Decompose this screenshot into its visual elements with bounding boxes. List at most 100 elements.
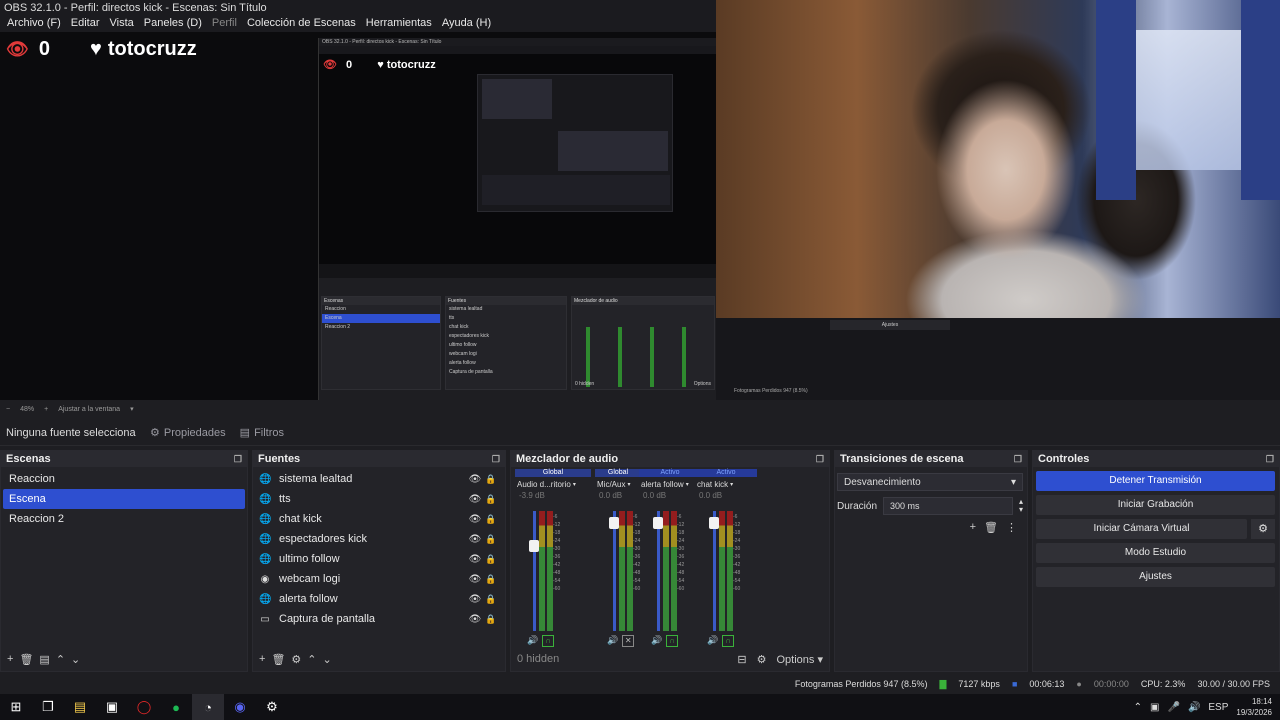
undock-icon[interactable]: ❐ (816, 454, 824, 465)
arrow-down-icon[interactable]: ⌄ (71, 653, 80, 666)
zoom-in-icon[interactable]: + (44, 406, 48, 413)
lock-icon[interactable]: 🔒 (483, 554, 499, 565)
gear-icon[interactable]: ⚙ (1251, 519, 1275, 539)
source-item[interactable]: 🌐 sistema lealtad 👁 🔒 (253, 469, 505, 489)
speaker-icon[interactable]: 🔊 (607, 635, 618, 647)
hidden-count[interactable]: 0 hidden (517, 653, 559, 665)
visibility-icon[interactable]: 👁 (467, 494, 483, 505)
trash-icon[interactable]: 🗑 (984, 521, 998, 534)
channel-name-dropdown[interactable]: chat kick ▾ (695, 477, 757, 491)
more-icon[interactable]: ⋮ (1006, 521, 1017, 534)
visibility-icon[interactable]: 👁 (467, 534, 483, 545)
store-icon[interactable]: ▣ (96, 694, 128, 720)
lock-icon[interactable]: 🔒 (483, 614, 499, 625)
visibility-icon[interactable]: 👁 (467, 554, 483, 565)
gear-icon[interactable]: ⚙ (291, 653, 301, 666)
file-explorer-icon[interactable]: ▤ (64, 694, 96, 720)
volume-fader[interactable] (713, 511, 716, 631)
task-view-icon[interactable]: ❐ (32, 694, 64, 720)
zoom-out-icon[interactable]: − (6, 406, 10, 413)
visibility-icon[interactable]: 👁 (467, 474, 483, 485)
lock-icon[interactable]: 🔒 (483, 594, 499, 605)
menu-perfil[interactable]: Perfil (207, 16, 242, 32)
visibility-icon[interactable]: 👁 (467, 614, 483, 625)
spotify-icon[interactable]: ● (160, 694, 192, 720)
speaker-icon[interactable]: 🔊 (527, 635, 538, 647)
source-item[interactable]: 🌐 ultimo follow 👁 🔒 (253, 549, 505, 569)
speaker-icon[interactable]: 🔊 (707, 635, 718, 647)
menu-archivo[interactable]: Archivo (F) (2, 16, 66, 32)
speaker-icon[interactable]: 🔊 (651, 635, 662, 647)
settings-icon[interactable]: ⚙ (256, 694, 288, 720)
undock-icon[interactable]: ❐ (1014, 454, 1022, 465)
volume-fader[interactable] (613, 511, 616, 631)
channel-name-dropdown[interactable]: Audio d...ritorio ▾ (515, 477, 591, 491)
scene-item-reaccion-2[interactable]: Reaccion 2 (3, 509, 245, 529)
studio-mode-button[interactable]: Modo Estudio (1036, 543, 1275, 563)
volume-fader[interactable] (657, 511, 660, 631)
lock-icon[interactable]: 🔒 (483, 574, 499, 585)
visibility-icon[interactable]: 👁 (467, 594, 483, 605)
filters-button[interactable]: ▤ Filtros (240, 426, 284, 440)
channel-name-dropdown[interactable]: alerta follow ▾ (639, 477, 701, 491)
menu-editar[interactable]: Editar (66, 16, 105, 32)
fader-handle[interactable] (653, 516, 663, 529)
source-item[interactable]: ▭ Captura de pantalla 👁 🔒 (253, 609, 505, 629)
visibility-icon[interactable]: 👁 (467, 514, 483, 525)
menu-paneles[interactable]: Paneles (D) (139, 16, 207, 32)
clock[interactable]: 18:14 19/3/2026 (1236, 696, 1272, 718)
stop-stream-button[interactable]: Detener Transmisión (1036, 471, 1275, 491)
network-icon[interactable]: ▣ (1150, 702, 1159, 713)
source-item[interactable]: 🌐 espectadores kick 👁 🔒 (253, 529, 505, 549)
menu-vista[interactable]: Vista (105, 16, 139, 32)
menu-herramientas[interactable]: Herramientas (361, 16, 437, 32)
channel-name-dropdown[interactable]: Mic/Aux ▾ (595, 477, 641, 491)
undock-icon[interactable]: ❐ (492, 454, 500, 465)
add-icon[interactable]: + (7, 653, 13, 665)
headphone-icon[interactable]: ∩ (666, 635, 679, 647)
stepper-icon[interactable]: ▴ ▾ (1019, 498, 1023, 514)
filter-icon[interactable]: ▤ (39, 653, 49, 666)
source-item[interactable]: 🌐 chat kick 👁 🔒 (253, 509, 505, 529)
add-icon[interactable]: + (259, 653, 265, 665)
menu-coleccion-escenas[interactable]: Colección de Escenas (242, 16, 361, 32)
trash-icon[interactable]: 🗑 (19, 653, 33, 666)
obs-icon[interactable]: ◔ (192, 694, 224, 720)
start-recording-button[interactable]: Iniciar Grabación (1036, 495, 1275, 515)
fader-handle[interactable] (609, 516, 619, 529)
options-button[interactable]: Options ▾ (777, 653, 824, 666)
chevron-down-icon[interactable]: ▾ (130, 405, 134, 413)
scene-item-reaccion[interactable]: Reaccion (3, 469, 245, 489)
source-item[interactable]: ◉ webcam logi 👁 🔒 (253, 569, 505, 589)
layout-icon[interactable]: ⊟ (737, 653, 746, 666)
arrow-up-icon[interactable]: ⌃ (307, 653, 316, 666)
transition-select[interactable]: Desvanecimiento ▾ (837, 473, 1023, 491)
speaker-icon[interactable]: 🔊 (1188, 702, 1200, 713)
scene-item-escena[interactable]: Escena (3, 489, 245, 509)
language-indicator[interactable]: ESP (1208, 702, 1228, 713)
settings-button[interactable]: Ajustes (1036, 567, 1275, 587)
fader-handle[interactable] (529, 539, 539, 552)
link-icon[interactable]: ⚙ (757, 653, 767, 666)
source-item[interactable]: 🌐 alerta follow 👁 🔒 (253, 589, 505, 609)
lock-icon[interactable]: 🔒 (483, 494, 499, 505)
lock-icon[interactable]: 🔒 (483, 534, 499, 545)
headphone-icon[interactable]: ∩ (542, 635, 555, 647)
fader-handle[interactable] (709, 516, 719, 529)
undock-icon[interactable]: ❐ (1266, 454, 1274, 465)
duration-input[interactable]: 300 ms (883, 497, 1013, 515)
volume-fader[interactable] (533, 511, 536, 631)
menu-ayuda[interactable]: Ayuda (H) (437, 16, 496, 32)
headphone-icon[interactable]: ∩ (722, 635, 735, 647)
undock-icon[interactable]: ❐ (234, 454, 242, 465)
discord-icon[interactable]: ◉ (224, 694, 256, 720)
windows-icon[interactable]: ⊞ (0, 694, 32, 720)
lock-icon[interactable]: 🔒 (483, 514, 499, 525)
lock-icon[interactable]: 🔒 (483, 474, 499, 485)
preview-canvas[interactable]: 👁 0 ♥ totocruzz OBS 32.1.0 - Perfil: dir… (0, 32, 716, 400)
opera-icon[interactable]: ◯ (128, 694, 160, 720)
headphone-icon[interactable]: ✕ (622, 635, 635, 647)
start-virtual-cam-button[interactable]: Iniciar Cámara Virtual (1036, 519, 1247, 539)
visibility-icon[interactable]: 👁 (467, 574, 483, 585)
microphone-icon[interactable]: 🎤 (1167, 702, 1179, 713)
